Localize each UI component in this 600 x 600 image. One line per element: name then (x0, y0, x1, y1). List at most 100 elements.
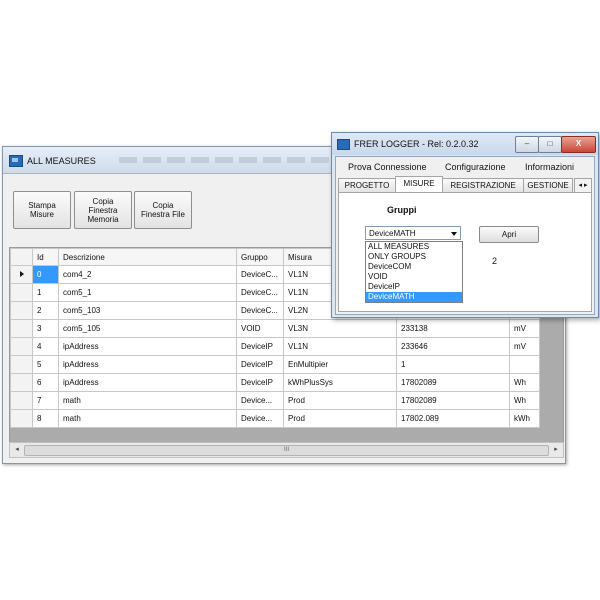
cell-id[interactable]: 0 (32, 265, 59, 284)
cell-gruppo[interactable]: Device... (236, 409, 284, 428)
tab-gestione[interactable]: GESTIONE (523, 178, 573, 192)
cell-valore[interactable]: 1 (396, 355, 510, 374)
row-header[interactable] (10, 319, 33, 338)
table-row[interactable]: 7 math Device... Prod 17802089 Wh (10, 391, 540, 410)
menu-informazioni[interactable]: Informazioni (525, 162, 574, 172)
cell-descrizione[interactable]: com5_1 (58, 283, 237, 302)
gruppi-combobox[interactable]: DeviceMATH (365, 226, 461, 240)
row-header[interactable] (10, 391, 33, 410)
cell-id[interactable]: 6 (32, 373, 59, 392)
cell-misura[interactable]: Prod (283, 391, 397, 410)
cell-misura[interactable]: VL1N (283, 337, 397, 356)
scroll-right-arrow-icon[interactable]: ▸ (551, 445, 561, 455)
cell-valore[interactable]: 17802.089 (396, 409, 510, 428)
cell-gruppo[interactable]: DeviceC... (236, 283, 284, 302)
cell-id[interactable]: 8 (32, 409, 59, 428)
row-header[interactable] (10, 265, 33, 284)
cell-descrizione[interactable]: math (58, 391, 237, 410)
cell-unita[interactable]: Wh (509, 391, 540, 410)
tab-registrazione[interactable]: REGISTRAZIONE (442, 178, 524, 192)
cell-valore[interactable]: 17802089 (396, 373, 510, 392)
table-row[interactable]: 6 ipAddress DeviceIP kWhPlusSys 17802089 Wh (10, 373, 540, 392)
cell-id[interactable]: 1 (32, 283, 59, 302)
cell-gruppo[interactable]: VOID (236, 319, 284, 338)
row-header[interactable] (10, 409, 33, 428)
cell-misura[interactable]: VL3N (283, 319, 397, 338)
column-header-gruppo[interactable]: Gruppo (236, 248, 284, 266)
menu-configurazione[interactable]: Configurazione (445, 162, 506, 172)
current-row-arrow-icon (19, 271, 24, 277)
dropdown-option[interactable]: DeviceCOM (366, 262, 462, 272)
menu-prova-connessione[interactable]: Prova Connessione (348, 162, 427, 172)
dropdown-option[interactable]: ONLY GROUPS (366, 252, 462, 262)
cell-descrizione[interactable]: com4_2 (58, 265, 237, 284)
cell-gruppo[interactable]: Device... (236, 391, 284, 410)
gruppi-dropdown-list[interactable]: ALL MEASURES ONLY GROUPS DeviceCOM VOID … (365, 241, 463, 303)
row-header[interactable] (10, 373, 33, 392)
dropdown-option[interactable]: VOID (366, 272, 462, 282)
cell-valore[interactable]: 17802089 (396, 391, 510, 410)
cell-descrizione[interactable]: com5_103 (58, 301, 237, 320)
dialog-titlebar[interactable]: FRER LOGGER - Rel: 0.2.0.32 – □ X (332, 133, 598, 155)
cell-unita[interactable]: kWh (509, 409, 540, 428)
count-value: 2 (492, 256, 498, 266)
cell-id[interactable]: 2 (32, 301, 59, 320)
cell-id[interactable]: 3 (32, 319, 59, 338)
cell-unita[interactable]: mV (509, 319, 540, 338)
maximize-button[interactable]: □ (538, 136, 562, 153)
cell-descrizione[interactable]: math (58, 409, 237, 428)
row-header[interactable] (10, 301, 33, 320)
table-row[interactable]: 5 ipAddress DeviceIP EnMultipier 1 (10, 355, 540, 374)
minimize-button[interactable]: – (515, 136, 539, 153)
cell-descrizione[interactable]: com5_105 (58, 319, 237, 338)
menu-bar: Prova Connessione Configurazione Informa… (336, 157, 594, 174)
cell-descrizione[interactable]: ipAddress (58, 355, 237, 374)
app-icon (9, 155, 23, 167)
dropdown-option[interactable]: DeviceIP (366, 282, 462, 292)
cell-unita[interactable]: mV (509, 337, 540, 356)
row-header[interactable] (10, 337, 33, 356)
tab-progetto[interactable]: PROGETTO (338, 178, 396, 192)
tab-scroll-arrows-icon[interactable]: ◂ ▸ (574, 178, 592, 193)
cell-id[interactable]: 5 (32, 355, 59, 374)
row-header[interactable] (10, 283, 33, 302)
app-icon (337, 139, 350, 150)
row-header[interactable] (10, 355, 33, 374)
cell-id[interactable]: 4 (32, 337, 59, 356)
column-header-descrizione[interactable]: Descrizione (58, 248, 237, 266)
horizontal-scrollbar[interactable]: ◂ III ▸ (9, 442, 564, 458)
cell-gruppo[interactable]: DeviceC... (236, 301, 284, 320)
copia-finestra-file-button[interactable]: Copia Finestra File (134, 191, 192, 229)
dropdown-option-selected[interactable]: DeviceMATH (366, 292, 462, 302)
cell-valore[interactable]: 233138 (396, 319, 510, 338)
copia-finestra-memoria-button[interactable]: Copia Finestra Memoria (74, 191, 132, 229)
table-row[interactable]: 8 math Device... Prod 17802.089 kWh (10, 409, 540, 428)
cell-id[interactable]: 7 (32, 391, 59, 410)
scrollbar-thumb[interactable]: III (24, 445, 549, 456)
cell-valore[interactable]: 233646 (396, 337, 510, 356)
cell-gruppo[interactable]: DeviceC... (236, 265, 284, 284)
cell-descrizione[interactable]: ipAddress (58, 373, 237, 392)
table-row[interactable]: 4 ipAddress DeviceIP VL1N 233646 mV (10, 337, 540, 356)
tab-misure[interactable]: MISURE (395, 176, 443, 192)
apri-button[interactable]: Apri (479, 226, 539, 243)
cell-gruppo[interactable]: DeviceIP (236, 373, 284, 392)
chevron-down-icon[interactable] (451, 232, 457, 236)
combobox-value: DeviceMATH (369, 229, 416, 238)
cell-gruppo[interactable]: DeviceIP (236, 337, 284, 356)
scroll-left-arrow-icon[interactable]: ◂ (12, 445, 22, 455)
cell-gruppo[interactable]: DeviceIP (236, 355, 284, 374)
cell-unita[interactable]: Wh (509, 373, 540, 392)
table-row[interactable]: 3 com5_105 VOID VL3N 233138 mV (10, 319, 540, 338)
close-button[interactable]: X (561, 136, 596, 153)
cell-misura[interactable]: kWhPlusSys (283, 373, 397, 392)
window-title: ALL MEASURES (27, 156, 96, 166)
stampa-misure-button[interactable]: Stampa Misure (13, 191, 71, 229)
cell-descrizione[interactable]: ipAddress (58, 337, 237, 356)
dropdown-option[interactable]: ALL MEASURES (366, 242, 462, 252)
cell-unita[interactable] (509, 355, 540, 374)
cell-misura[interactable]: EnMultipier (283, 355, 397, 374)
column-header-id[interactable]: Id (32, 248, 59, 266)
cell-misura[interactable]: Prod (283, 409, 397, 428)
tab-strip: PROGETTO MISURE REGISTRAZIONE GESTIONE ◂… (338, 176, 592, 193)
